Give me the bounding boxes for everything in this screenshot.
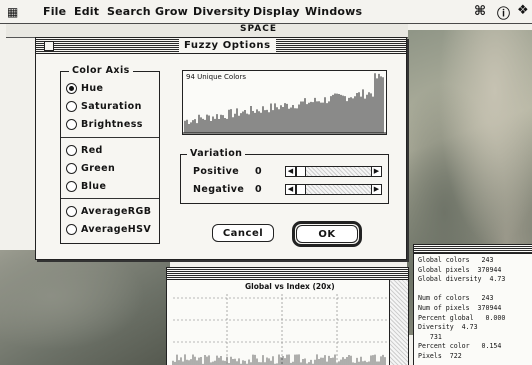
stats-window: Global colors 243 Global pixels 370944 Glo… [413, 244, 532, 365]
stat-line: Percent global 0.000 [418, 313, 506, 322]
graph-plot [172, 294, 387, 365]
stat-line: Num of colors 243 [418, 294, 494, 303]
slider-thumb[interactable] [296, 185, 306, 194]
stat-line: 731 [418, 332, 442, 341]
negative-label: Negative [193, 184, 245, 195]
radio-icon [66, 101, 77, 112]
negative-value: 0 [255, 184, 262, 195]
radio-hue[interactable]: Hue [66, 82, 103, 95]
radio-blue[interactable]: Blue [66, 180, 106, 193]
radio-selected-icon [66, 83, 77, 94]
radio-icon [66, 206, 77, 217]
divider [61, 137, 159, 138]
dialog-title: Fuzzy Options [179, 39, 276, 53]
radio-icon [66, 224, 77, 235]
positive-value: 0 [255, 166, 262, 177]
stats-window-titlebar[interactable] [414, 245, 532, 254]
arrow-left-icon[interactable]: ◀ [286, 167, 296, 176]
stat-line: Pixels 722 [418, 352, 462, 360]
menu-file[interactable]: File [43, 5, 66, 18]
apple-menu-icon[interactable]: ▦ [7, 5, 19, 19]
graph-window-titlebar[interactable] [167, 268, 408, 280]
divider [61, 198, 159, 199]
arrow-right-icon[interactable]: ▶ [371, 185, 381, 194]
radio-label: Brightness [81, 119, 143, 130]
menu-search[interactable]: Search [107, 5, 151, 18]
stat-line: Global pixels 370944 [418, 265, 502, 274]
slider-thumb[interactable] [296, 167, 306, 176]
image-window-left[interactable] [0, 250, 170, 365]
control-panel-icon[interactable]: ⌘ [474, 4, 486, 19]
radio-label: Hue [81, 83, 104, 94]
graph-scrollbar[interactable] [389, 280, 408, 365]
stat-line: Num of pixels 370944 [418, 304, 502, 312]
ok-button[interactable]: OK [296, 225, 358, 243]
color-axis-group [60, 71, 160, 244]
radio-icon [66, 145, 77, 156]
menu-windows[interactable]: Windows [305, 5, 362, 18]
arrow-right-icon[interactable]: ▶ [371, 167, 381, 176]
help-icon[interactable]: ⓘ [497, 3, 510, 22]
menu-bar: ▦ File Edit Search Grow Diversity Displa… [0, 0, 532, 24]
variation-group [180, 154, 389, 204]
menu-grow[interactable]: Grow [155, 5, 188, 18]
radio-average-hsv[interactable]: AverageHSV [66, 223, 151, 236]
negative-slider[interactable]: ◀ ▶ [285, 184, 382, 195]
radio-red[interactable]: Red [66, 144, 103, 157]
radio-label: AverageRGB [81, 206, 152, 217]
stat-line: Diversity 4.73 [418, 323, 478, 332]
stat-line: Percent color 0.154 [418, 342, 502, 351]
color-axis-legend: Color Axis [69, 65, 133, 76]
menu-edit[interactable]: Edit [74, 5, 99, 18]
histogram-bars [183, 73, 386, 134]
radio-label: Blue [81, 181, 107, 192]
cancel-button[interactable]: Cancel [212, 224, 274, 242]
radio-brightness[interactable]: Brightness [66, 118, 143, 131]
radio-icon [66, 181, 77, 192]
radio-average-rgb[interactable]: AverageRGB [66, 205, 151, 218]
stat-line: Global diversity 4.73 [418, 275, 506, 284]
graph-window: Global vs Index (20x) [166, 267, 409, 365]
radio-saturation[interactable]: Saturation [66, 100, 142, 113]
radio-label: Green [81, 163, 116, 174]
close-box-icon[interactable] [44, 41, 54, 51]
positive-slider[interactable]: ◀ ▶ [285, 166, 382, 177]
stat-line: Global colors 243 [418, 256, 494, 264]
positive-label: Positive [193, 166, 240, 177]
image-window-titlebar[interactable] [6, 24, 408, 38]
radio-label: Red [81, 145, 103, 156]
radio-icon [66, 163, 77, 174]
arrow-left-icon[interactable]: ◀ [286, 185, 296, 194]
menu-diversity[interactable]: Diversity [193, 5, 251, 18]
radio-green[interactable]: Green [66, 162, 115, 175]
application-menu-icon[interactable]: ❖ [517, 3, 529, 18]
menu-display[interactable]: Display [253, 5, 300, 18]
variation-legend: Variation [187, 148, 246, 159]
color-histogram: 94 Unique Colors [182, 70, 387, 135]
radio-label: Saturation [81, 101, 142, 112]
radio-icon [66, 119, 77, 130]
image-window-title: SPACE [240, 24, 277, 34]
radio-label: AverageHSV [81, 224, 152, 235]
fuzzy-options-dialog: Fuzzy Options Color Axis Hue Saturation … [35, 37, 407, 260]
